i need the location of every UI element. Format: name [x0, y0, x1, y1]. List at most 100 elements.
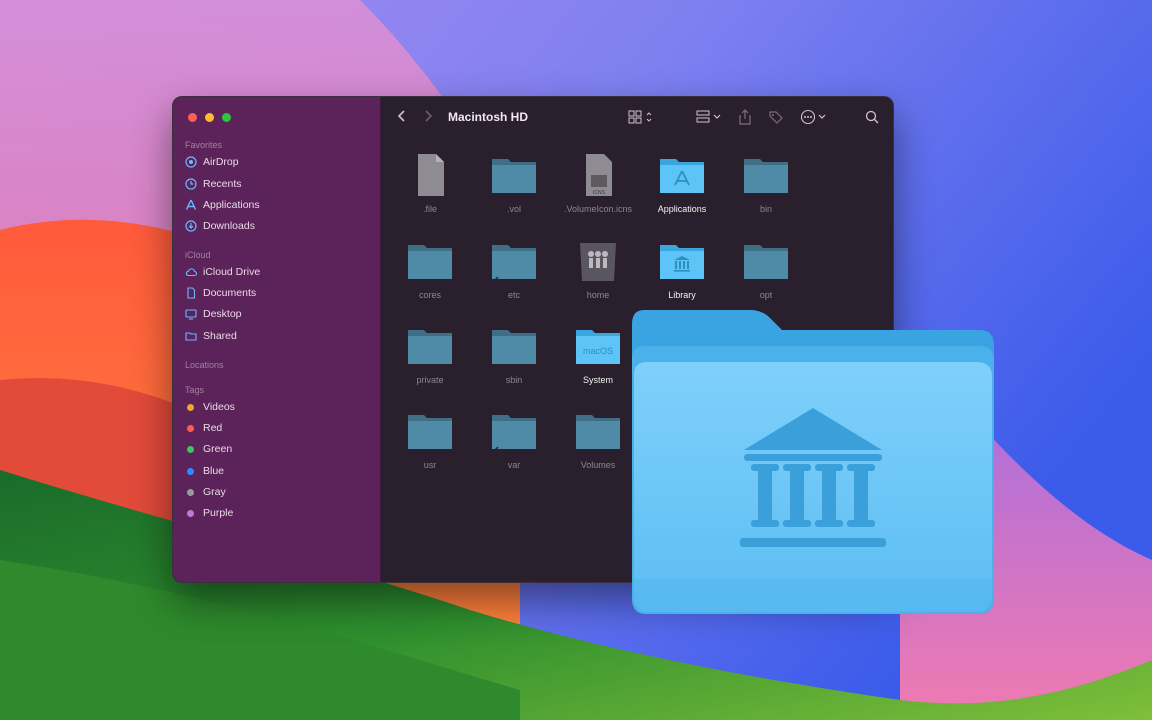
file-item-etc[interactable]: etc — [472, 237, 556, 300]
file-name: bin — [759, 204, 772, 214]
sidebar-item-documents[interactable]: Documents — [185, 283, 370, 303]
file-name: home — [586, 290, 610, 300]
folder-icon — [408, 415, 452, 449]
sidebar-item-icloud-drive[interactable]: iCloud Drive — [185, 262, 370, 282]
sidebar-item-shared[interactable]: Shared — [185, 326, 370, 346]
tag-icon[interactable] — [768, 110, 784, 124]
home-icon — [580, 243, 616, 281]
sidebar-item-label: Videos — [203, 401, 235, 413]
favorites-header: Favorites — [185, 140, 223, 150]
group-by-button[interactable] — [696, 110, 724, 124]
file-name: .vol — [506, 204, 521, 214]
zoom-window-button[interactable] — [222, 113, 231, 122]
tag-color-dot — [187, 403, 194, 411]
sidebar-item-applications[interactable]: Applications — [185, 195, 370, 215]
file-item-vol[interactable]: .vol — [472, 151, 556, 214]
folder-icon — [408, 330, 452, 364]
sidebar-tag-purple[interactable]: Purple — [185, 503, 370, 523]
sidebar-item-downloads[interactable]: Downloads — [185, 216, 370, 236]
window-controls — [188, 113, 231, 122]
sidebar-item-airdrop[interactable]: AirDrop — [185, 152, 370, 172]
sidebar-tag-gray[interactable]: Gray — [185, 482, 370, 502]
file-name: sbin — [505, 375, 523, 385]
macos-badge: macOS — [583, 346, 613, 356]
more-actions-button[interactable] — [800, 109, 830, 125]
view-mode-button[interactable] — [628, 110, 656, 124]
sidebar-item-label: Gray — [203, 486, 226, 498]
file-name: Applications — [657, 204, 707, 214]
download-icon — [185, 220, 197, 232]
share-icon[interactable] — [738, 109, 752, 125]
file-name: etc — [507, 290, 520, 300]
library-folder-icon — [660, 245, 704, 279]
tag-color-dot — [187, 488, 194, 496]
clock-icon — [185, 178, 197, 190]
alias-folder-icon — [492, 415, 536, 452]
sidebar-item-recents[interactable]: Recents — [185, 174, 370, 194]
file-item-home[interactable]: home — [556, 237, 640, 300]
file-item-cores[interactable]: cores — [388, 237, 472, 300]
tag-color-dot — [187, 509, 194, 517]
sidebar-item-label: Applications — [203, 199, 260, 211]
tags-header: Tags — [185, 385, 205, 395]
locations-header: Locations — [185, 360, 224, 370]
svg-text:ICNS: ICNS — [593, 190, 606, 196]
file-item-opt[interactable]: opt — [724, 237, 808, 300]
file-item-var[interactable]: var — [472, 407, 556, 470]
sidebar: Favorites AirDrop Recents Applications D… — [173, 97, 381, 582]
sidebar-item-label: Shared — [203, 330, 237, 342]
icloud-header: iCloud — [185, 250, 211, 260]
file-item-library[interactable]: Library — [640, 237, 724, 300]
sidebar-item-label: Recents — [203, 178, 242, 190]
sidebar-tag-green[interactable]: Green — [185, 439, 370, 459]
close-window-button[interactable] — [188, 113, 197, 122]
file-name: .file — [422, 204, 437, 214]
file-name: usr — [423, 460, 437, 470]
search-icon[interactable] — [865, 110, 879, 124]
file-item-volumes[interactable]: Volumes — [556, 407, 640, 470]
applications-icon — [185, 199, 197, 210]
forward-button[interactable] — [422, 109, 434, 123]
sidebar-item-label: Desktop — [203, 308, 242, 320]
folder-icon — [576, 415, 620, 449]
sidebar-item-label: Red — [203, 422, 223, 434]
file-name: Volumes — [580, 460, 616, 470]
library-folder-large-icon — [632, 310, 994, 614]
back-button[interactable] — [396, 109, 408, 123]
minimize-window-button[interactable] — [205, 113, 214, 122]
alias-folder-icon — [492, 245, 536, 282]
sidebar-item-label: iCloud Drive — [203, 266, 261, 278]
sidebar-item-desktop[interactable]: Desktop — [185, 304, 370, 324]
tag-color-dot — [187, 445, 194, 453]
tag-color-dot — [187, 467, 194, 475]
file-name: private — [416, 375, 444, 385]
folder-icon — [492, 159, 536, 193]
sidebar-tag-videos[interactable]: Videos — [185, 397, 370, 417]
file-item-bin[interactable]: bin — [724, 151, 808, 214]
folder-icon — [744, 245, 788, 279]
airdrop-icon — [185, 156, 197, 168]
file-name: cores — [418, 290, 441, 300]
file-item-dot-file[interactable]: .file — [388, 151, 472, 214]
file-item-volumeicon[interactable]: ICNS .VolumeIcon.icns — [556, 151, 640, 214]
folder-icon — [744, 159, 788, 193]
icns-file-icon: ICNS — [586, 154, 612, 196]
sidebar-item-label: Purple — [203, 507, 234, 519]
document-icon — [187, 287, 196, 299]
sidebar-tag-blue[interactable]: Blue — [185, 461, 370, 481]
file-name: .VolumeIcon.icns — [563, 204, 633, 214]
file-item-usr[interactable]: usr — [388, 407, 472, 470]
sidebar-tag-red[interactable]: Red — [185, 418, 370, 438]
sidebar-item-label: Documents — [203, 287, 257, 299]
folder-icon — [408, 245, 452, 279]
applications-folder-icon — [660, 159, 704, 193]
file-item-system[interactable]: macOS System — [556, 322, 640, 385]
sidebar-item-label: AirDrop — [203, 156, 239, 168]
window-title: Macintosh HD — [448, 110, 529, 124]
file-item-sbin[interactable]: sbin — [472, 322, 556, 385]
file-name: var — [507, 460, 521, 470]
file-name: Library — [668, 290, 696, 300]
sidebar-item-label: Blue — [203, 465, 225, 477]
file-item-applications[interactable]: Applications — [640, 151, 724, 214]
file-item-private[interactable]: private — [388, 322, 472, 385]
